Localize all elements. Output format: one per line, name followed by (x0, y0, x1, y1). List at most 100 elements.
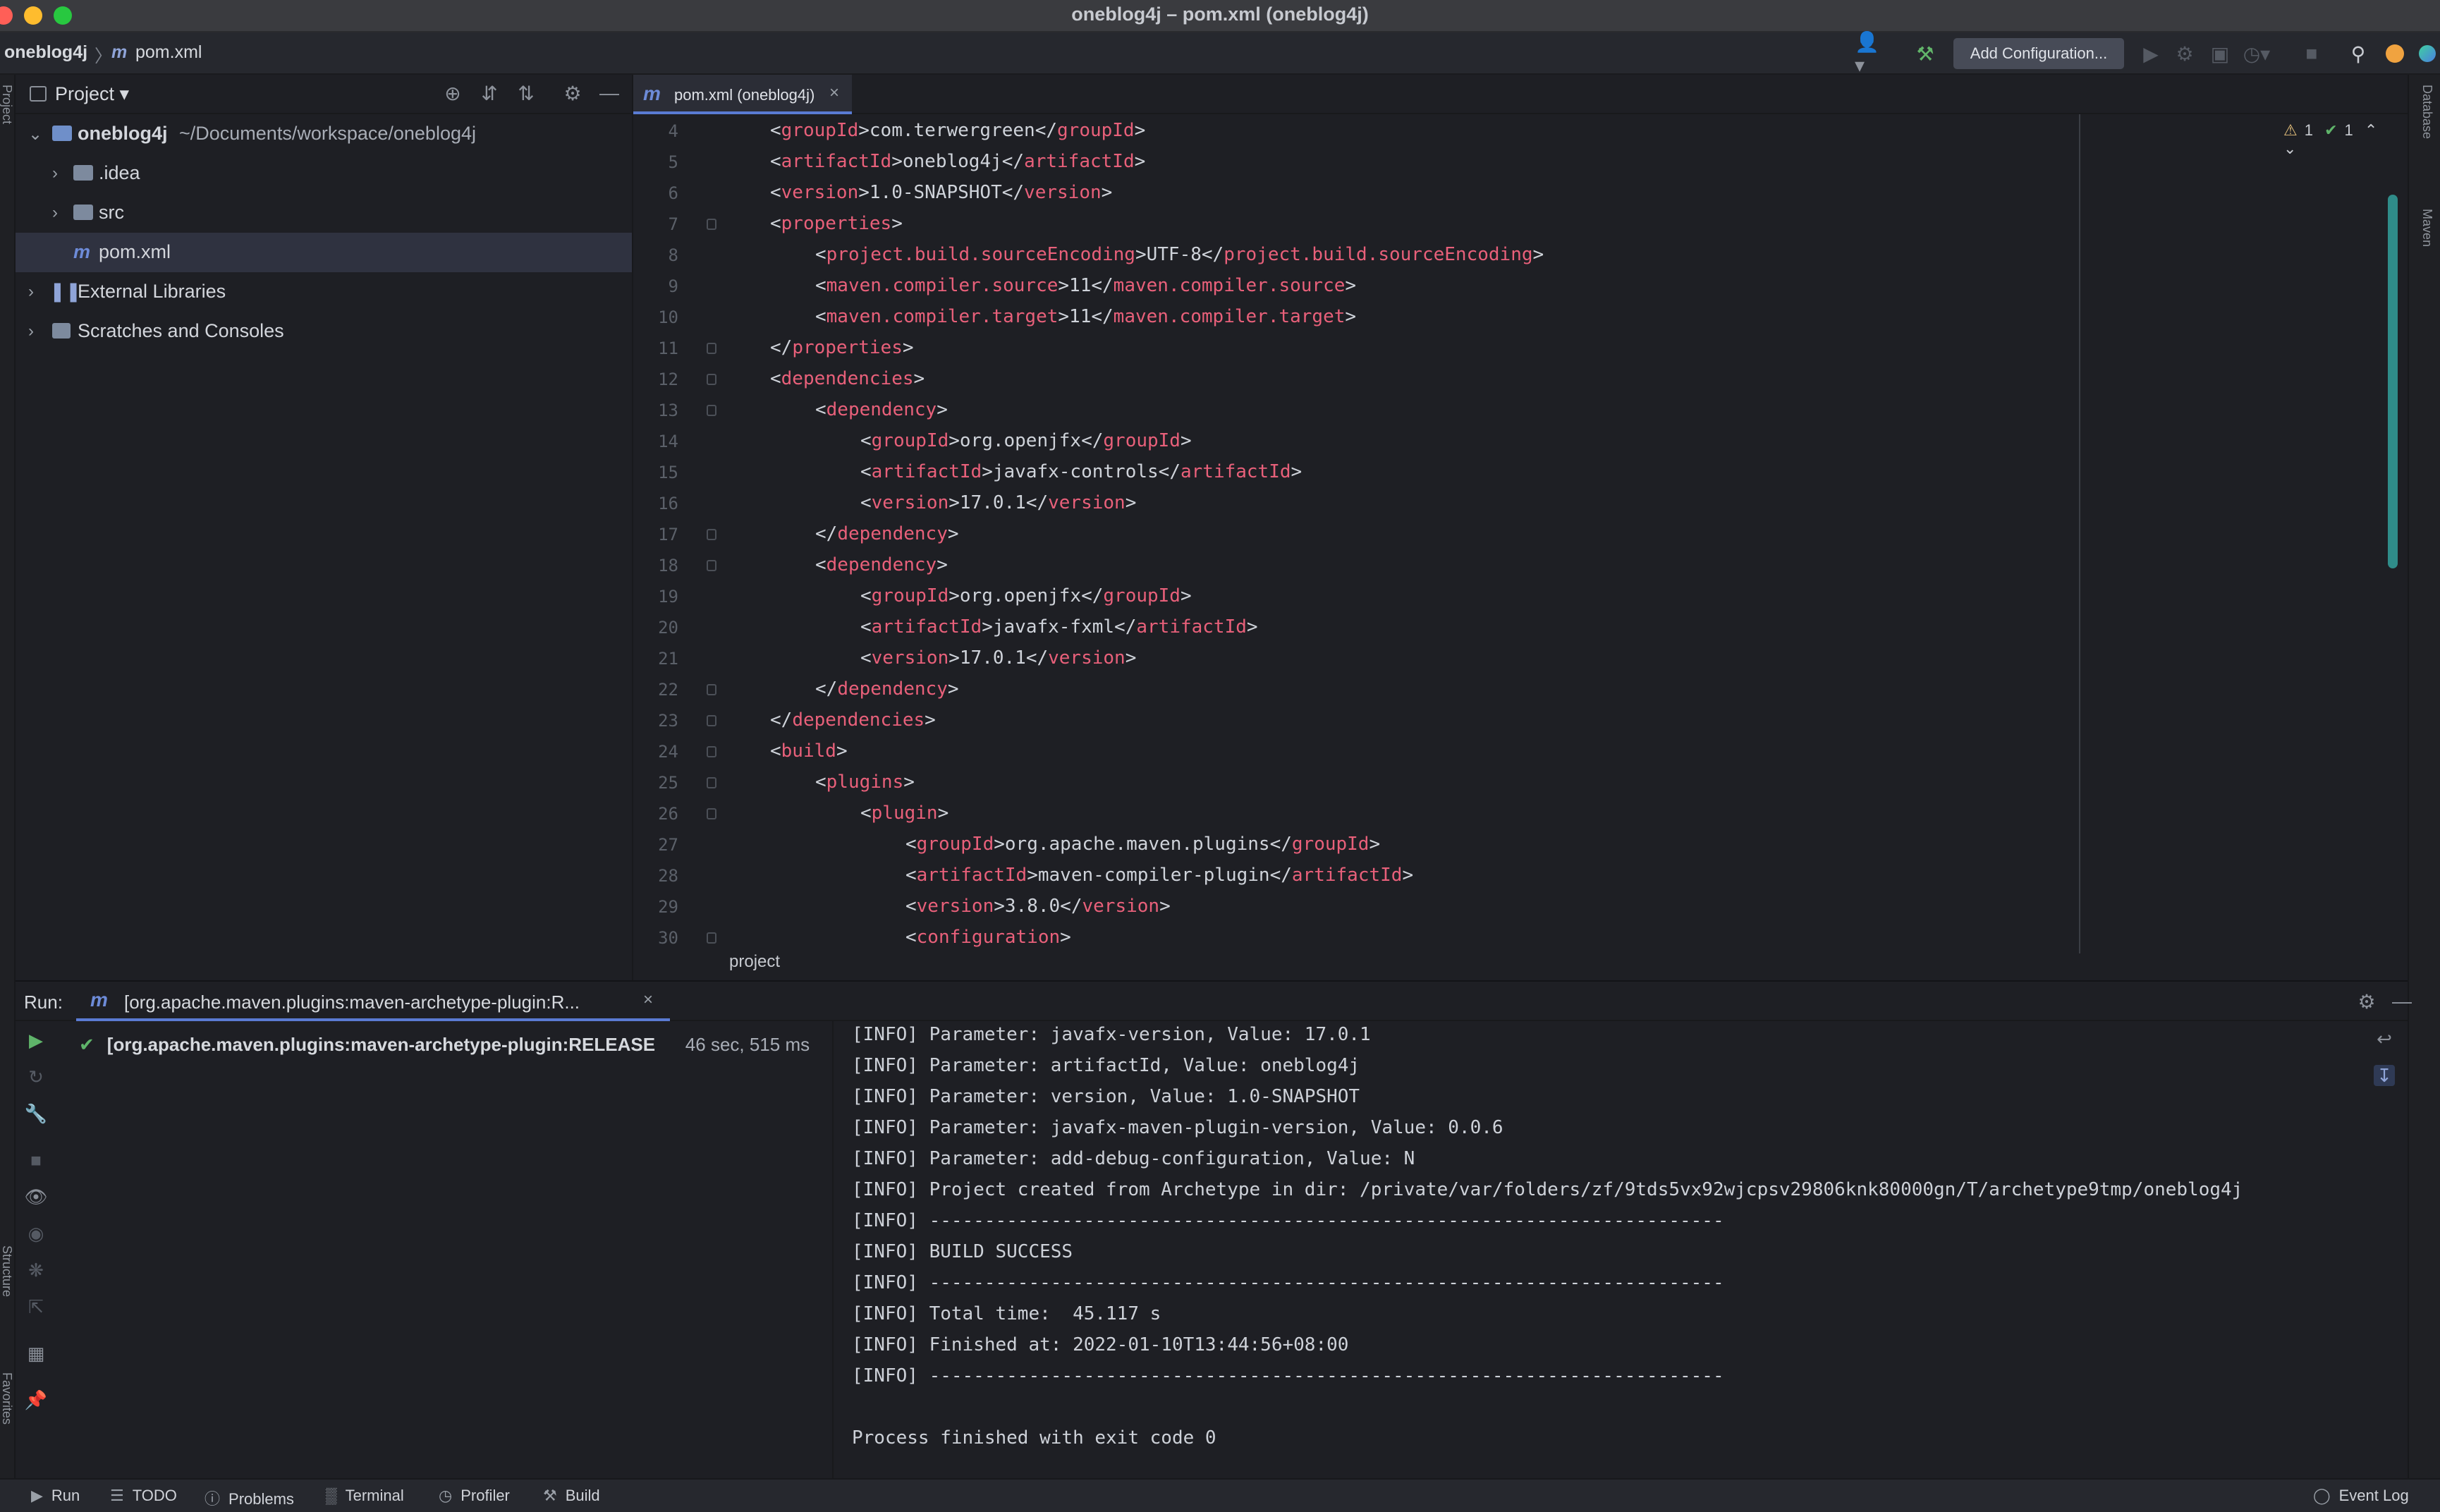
build-hammer-icon[interactable]: ⚒ (1911, 39, 1939, 68)
line-number[interactable]: 12 (633, 370, 678, 389)
line-number[interactable]: 15 (633, 463, 678, 482)
console-output[interactable]: [INFO] Parameter: javafx-version, Value:… (852, 1021, 2389, 1480)
settings-gear-icon[interactable]: ⚙ (559, 79, 587, 107)
line-number[interactable]: 14 (633, 432, 678, 451)
add-configuration-button[interactable]: Add Configuration... (1953, 38, 2124, 69)
update-icon[interactable] (2381, 39, 2409, 68)
todo-tool-button[interactable]: ☰ TODO (110, 1487, 177, 1505)
profiler-tool-button[interactable]: ◷ Profiler (439, 1487, 510, 1505)
run-icon[interactable]: ▶ (2137, 39, 2165, 68)
line-number[interactable]: 11 (633, 339, 678, 358)
eye-icon[interactable]: 👁 (25, 1186, 48, 1207)
line-number[interactable]: 8 (633, 245, 678, 265)
debug-icon[interactable]: ⚙ (2171, 39, 2199, 68)
line-number[interactable]: 27 (633, 835, 678, 855)
line-number[interactable]: 10 (633, 307, 678, 327)
chevron-right-icon[interactable]: › (28, 322, 34, 341)
chevron-right-icon[interactable]: › (52, 203, 58, 223)
project-view-selector[interactable]: Project ▾ (55, 83, 129, 105)
event-log-button[interactable]: ◯ Event Log (2313, 1487, 2409, 1505)
coverage-icon[interactable]: ▣ (2206, 39, 2234, 68)
fold-marker-icon[interactable] (707, 684, 716, 695)
terminal-tool-button[interactable]: ▒ Terminal (326, 1487, 404, 1505)
tree-item-pom-xml[interactable]: m pom.xml (16, 233, 632, 272)
code-with-me-icon[interactable] (2413, 39, 2440, 68)
line-number[interactable]: 6 (633, 183, 678, 203)
line-number[interactable]: 19 (633, 587, 678, 606)
fold-marker-icon[interactable] (707, 560, 716, 571)
line-number[interactable]: 4 (633, 121, 678, 141)
close-tab-icon[interactable]: × (829, 83, 839, 103)
hide-panel-icon[interactable]: — (595, 79, 623, 107)
line-number[interactable]: 25 (633, 773, 678, 793)
user-icon[interactable]: 👤▾ (1855, 31, 1883, 76)
locate-file-icon[interactable]: ⊕ (439, 79, 467, 107)
breadcrumb-project[interactable]: oneblog4j (4, 42, 87, 63)
rerun-icon[interactable]: ▶ (25, 1030, 47, 1051)
project-tool-tab[interactable]: Project (0, 85, 14, 124)
line-number[interactable]: 5 (633, 152, 678, 172)
line-number[interactable]: 16 (633, 494, 678, 513)
fold-marker-icon[interactable] (707, 374, 716, 385)
tree-item-project-root[interactable]: ⌄ oneblog4j ~/Documents/workspace/oneblo… (16, 114, 632, 154)
fold-marker-icon[interactable] (707, 405, 716, 416)
wrench-icon[interactable]: 🔧 (25, 1103, 47, 1124)
rerun-failed-icon[interactable]: ↻ (25, 1066, 47, 1087)
breadcrumb-file[interactable]: pom.xml (135, 42, 202, 63)
fold-marker-icon[interactable] (707, 343, 716, 354)
hide-run-panel-icon[interactable]: — (2388, 987, 2416, 1016)
line-number[interactable]: 17 (633, 525, 678, 544)
collapse-all-icon[interactable]: ⇅ (512, 79, 540, 107)
tree-item-scratches[interactable]: › Scratches and Consoles (16, 312, 632, 351)
editor-tab-pom-xml[interactable]: m pom.xml (oneblog4j) × (633, 75, 852, 114)
scroll-to-end-icon[interactable]: ↧ (2374, 1065, 2395, 1086)
favorites-tool-tab[interactable]: Favorites (0, 1372, 14, 1425)
editor-breadcrumb[interactable]: project (729, 952, 780, 972)
expand-all-icon[interactable]: ⇵ (475, 79, 504, 107)
line-number[interactable]: 13 (633, 401, 678, 420)
line-number[interactable]: 7 (633, 214, 678, 234)
line-number[interactable]: 26 (633, 804, 678, 824)
pin-icon[interactable]: 📌 (25, 1389, 47, 1410)
line-number[interactable]: 22 (633, 680, 678, 700)
fold-marker-icon[interactable] (707, 529, 716, 540)
camera-icon[interactable]: ◉ (25, 1223, 47, 1244)
export-icon[interactable]: ⇱ (25, 1296, 47, 1317)
stop-icon[interactable]: ■ (2298, 39, 2326, 68)
debug-bug-icon[interactable]: ❋ (25, 1260, 47, 1281)
structure-tool-tab[interactable]: Structure (0, 1245, 14, 1297)
code-area[interactable]: 4 <groupId>com.terwergreen</groupId> 5 <art… (633, 114, 2409, 953)
line-number[interactable]: 29 (633, 897, 678, 917)
fold-marker-icon[interactable] (707, 746, 716, 757)
line-number[interactable]: 9 (633, 276, 678, 296)
chevron-down-icon[interactable]: ⌄ (28, 124, 42, 145)
maven-tool-tab[interactable]: Maven (2420, 209, 2434, 247)
run-tab[interactable]: m [org.apache.maven.plugins:maven-archet… (76, 982, 670, 1021)
fold-marker-icon[interactable] (707, 777, 716, 788)
close-run-tab-icon[interactable]: × (643, 990, 653, 1010)
line-number[interactable]: 28 (633, 866, 678, 886)
editor-scrollbar[interactable] (2388, 195, 2398, 568)
run-settings-gear-icon[interactable]: ⚙ (2353, 987, 2381, 1016)
build-tool-button[interactable]: ⚒ Build (543, 1487, 600, 1505)
layout-icon[interactable]: ▦ (25, 1343, 47, 1364)
fold-marker-icon[interactable] (707, 715, 716, 726)
chevron-right-icon[interactable]: › (52, 164, 58, 183)
profile-icon[interactable]: ◷▾ (2243, 39, 2271, 68)
run-tool-button[interactable]: ▶ Run (31, 1487, 80, 1505)
line-number[interactable]: 18 (633, 556, 678, 575)
tree-item-src[interactable]: › src (16, 193, 632, 233)
soft-wrap-icon[interactable]: ↩ (2374, 1028, 2395, 1049)
line-number[interactable]: 24 (633, 742, 678, 762)
line-number[interactable]: 20 (633, 618, 678, 638)
line-number[interactable]: 23 (633, 711, 678, 731)
search-icon[interactable]: ⚲ (2344, 39, 2372, 68)
fold-marker-icon[interactable] (707, 932, 716, 944)
line-number[interactable]: 21 (633, 649, 678, 669)
line-number[interactable]: 30 (633, 928, 678, 948)
database-tool-tab[interactable]: Database (2420, 85, 2434, 139)
tree-item-idea[interactable]: › .idea (16, 154, 632, 193)
tree-item-external-libraries[interactable]: › ❚❚ External Libraries (16, 272, 632, 312)
fold-marker-icon[interactable] (707, 219, 716, 230)
problems-tool-button[interactable]: ⓘ Problems (205, 1487, 294, 1509)
